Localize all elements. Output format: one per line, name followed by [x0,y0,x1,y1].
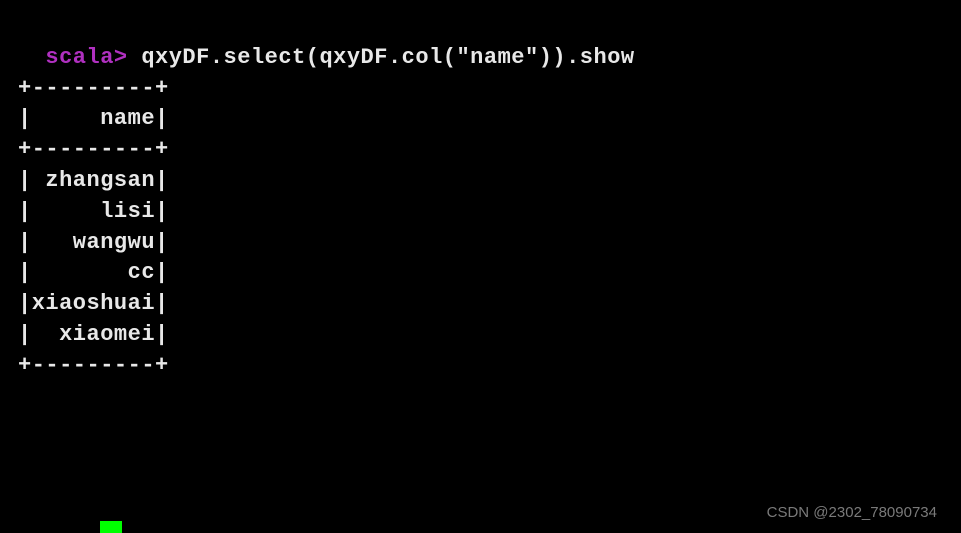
command-line: scala> qxyDF.select(qxyDF.col("name")).s… [18,12,943,74]
table-row: | zhangsan| [18,166,943,197]
table-row: |xiaoshuai| [18,289,943,320]
table-row: | cc| [18,258,943,289]
watermark-text: CSDN @2302_78090734 [767,504,937,521]
table-row: | lisi| [18,197,943,228]
table-row: | xiaomei| [18,320,943,351]
table-border-top: +---------+ [18,74,943,105]
table-border-bot: +---------+ [18,351,943,382]
scala-prompt: scala> [45,45,127,70]
table-border-mid: +---------+ [18,135,943,166]
table-row: | wangwu| [18,228,943,259]
table-header: | name| [18,104,943,135]
output-block: +---------+ | name| +---------+ | zhangs… [18,74,943,382]
command-text: qxyDF.select(qxyDF.col("name")).show [128,45,635,70]
terminal-cursor [100,521,122,533]
